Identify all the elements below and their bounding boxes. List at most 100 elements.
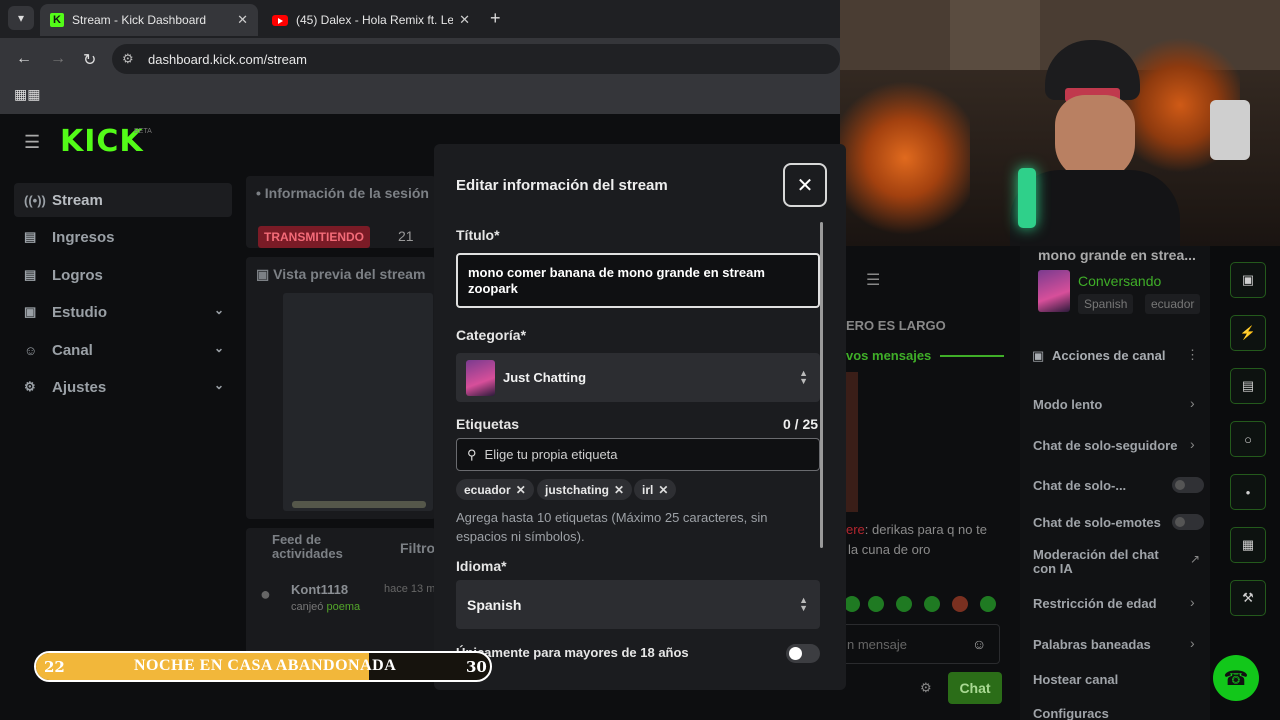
support-headset-icon[interactable]: ☎ [1213, 655, 1259, 701]
preview-title-text: Vista previa del stream [273, 266, 426, 282]
feed-username[interactable]: Kont1118 [291, 582, 348, 597]
sidebar-item-estudio[interactable]: ▣ Estudio ⌄ [14, 295, 232, 329]
wrench-icon[interactable]: ⚒ [1230, 580, 1266, 616]
trophy-icon: ▤ [24, 267, 37, 282]
emote-icon[interactable] [952, 596, 968, 612]
emote-icon[interactable] [980, 596, 996, 612]
chevron-down-icon: ⌄ [213, 303, 224, 317]
preview-progress [292, 501, 426, 508]
sidebar-item-ajustes[interactable]: ⚙ Ajustes ⌄ [14, 370, 232, 404]
forward-icon[interactable]: → [50, 50, 66, 68]
goal-label: NOCHE EN CASA ABANDONADA [134, 657, 397, 674]
browser-tab-youtube[interactable]: (45) Dalex - Hola Remix ft. Lenny ✕ [262, 4, 480, 36]
studio-icon: ▣ [24, 304, 37, 319]
divider [940, 355, 1004, 357]
language-select[interactable]: Spanish ▲ ▼ [456, 580, 820, 629]
bolt-icon[interactable]: ⚡ [1230, 315, 1266, 351]
feed-time: hace 13 m [384, 583, 436, 595]
chevron-right-icon: › [1190, 594, 1195, 610]
external-link-icon: ↗ [1190, 552, 1201, 566]
chevron-updown-icon: ▲ ▼ [799, 595, 808, 613]
remove-tag-icon[interactable]: ✕ [614, 483, 624, 497]
chevron-updown-icon: ▲ ▼ [799, 368, 808, 386]
tags-help-text: Agrega hasta 10 etiquetas (Máximo 25 car… [456, 510, 768, 544]
tag-chip[interactable]: ecuador [1145, 294, 1201, 314]
layout-icon[interactable]: ▦ [1230, 527, 1266, 563]
action-settings[interactable]: Configuracs [1033, 707, 1183, 720]
microphone-light [1018, 168, 1036, 228]
stream-preview-video[interactable] [283, 293, 433, 511]
sidebar-item-canal[interactable]: ☺ Canal ⌄ [14, 333, 232, 367]
tag-chip[interactable]: Spanish [1078, 294, 1134, 314]
action-host-channel[interactable]: Hostear canal [1033, 673, 1183, 687]
emote-icon[interactable] [896, 596, 912, 612]
document-icon[interactable]: ▤ [1230, 368, 1266, 404]
emoji-icon[interactable]: ☺ [972, 636, 986, 652]
modal-scrollbar[interactable] [820, 222, 823, 548]
viewer-count: 21 [398, 228, 414, 244]
category-value: Just Chatting [503, 370, 587, 385]
remove-tag-icon[interactable]: ✕ [658, 483, 668, 497]
tag-chip-label: ecuador [464, 482, 511, 497]
category-thumbnail [1038, 270, 1070, 312]
subscribers-only-toggle[interactable] [1172, 477, 1204, 493]
sidebar-item-logros[interactable]: ▤ Logros [14, 258, 232, 292]
tag-chip-label: justchating [545, 482, 610, 497]
preview-icon: ▣ [256, 266, 274, 282]
site-settings-icon[interactable]: ⚙ [122, 51, 134, 67]
action-ai-moderation[interactable]: Moderación del chat con IA [1033, 548, 1183, 576]
feed-reward: poema [326, 601, 361, 613]
remove-tag-icon[interactable]: ✕ [516, 483, 526, 497]
emote-icon[interactable] [844, 596, 860, 612]
kick-icon: K [50, 13, 64, 27]
stream-title-input[interactable]: mono comer banana de mono grande en stre… [456, 253, 820, 308]
settings-icon[interactable]: ⚙ [920, 680, 932, 696]
close-icon[interactable]: ✕ [783, 163, 827, 207]
close-tab-icon[interactable]: ✕ [459, 12, 470, 28]
chat-icon[interactable]: ○ [1230, 421, 1266, 457]
action-banned-words[interactable]: Palabras baneadas [1033, 638, 1183, 652]
category-name[interactable]: Conversando [1078, 273, 1161, 289]
action-slow-mode[interactable]: Modo lento [1033, 398, 1183, 412]
tab-title: (45) Dalex - Hola Remix ft. Lenny [296, 13, 454, 27]
more-icon[interactable]: ⋮ [1186, 347, 1199, 363]
action-followers-only[interactable]: Chat de solo-seguidore [1033, 439, 1183, 453]
tags-count: 0 / 25 [783, 416, 819, 432]
actions-icon: ▣ [1032, 348, 1045, 363]
back-icon[interactable]: ← [16, 50, 32, 68]
emotes-only-toggle[interactable] [1172, 514, 1204, 530]
focus-icon[interactable]: ▣ [1230, 262, 1266, 298]
new-tab-icon[interactable]: + [490, 8, 501, 29]
sidebar-item-ingresos[interactable]: ▤ Ingresos [14, 220, 232, 254]
tab-search-button[interactable]: ▾ [8, 6, 34, 30]
apps-grid-icon[interactable]: ▦▦ [14, 86, 40, 103]
close-tab-icon[interactable]: ✕ [237, 12, 248, 28]
new-messages-indicator[interactable]: vos mensajes [846, 348, 931, 363]
emote-icon[interactable] [868, 596, 884, 612]
filter-button[interactable]: Filtro [400, 540, 435, 556]
skeleton-decoration [1210, 100, 1250, 160]
action-age-restriction[interactable]: Restricción de edad [1033, 597, 1183, 611]
emote-icon[interactable] [924, 596, 940, 612]
tag-search-input[interactable]: ⚲ Elige tu propia etiqueta [456, 438, 820, 471]
decoration [840, 70, 970, 246]
live-badge: TRANSMITIENDO [258, 226, 370, 248]
tags-label: Etiquetas [456, 416, 520, 432]
broadcast-icon: • [256, 185, 265, 201]
sidebar-item-stream[interactable]: ((•)) Stream [14, 183, 232, 217]
adult-only-toggle[interactable] [786, 644, 820, 663]
chevron-right-icon: › [1190, 395, 1195, 411]
kick-logo[interactable]: KICK [60, 124, 144, 159]
stream-title-preview: mono grande en strea... [1038, 247, 1196, 263]
browser-tab-kick[interactable]: K Stream - Kick Dashboard ✕ [40, 4, 258, 36]
address-bar[interactable]: dashboard.kick.com/stream [112, 44, 840, 74]
reload-icon[interactable]: ↻ [83, 50, 96, 70]
adult-only-label: Únicamente para mayores de 18 años [456, 645, 689, 660]
sidebar-item-label: Logros [52, 266, 103, 284]
menu-icon[interactable]: ☰ [24, 132, 40, 153]
chat-input-placeholder: n mensaje [847, 637, 907, 652]
broadcast-icon[interactable]: • [1230, 474, 1266, 510]
chat-send-button[interactable]: Chat [948, 672, 1002, 704]
category-select[interactable]: Just Chatting ▲ ▼ [456, 353, 820, 402]
title-label: Título* [456, 227, 500, 243]
